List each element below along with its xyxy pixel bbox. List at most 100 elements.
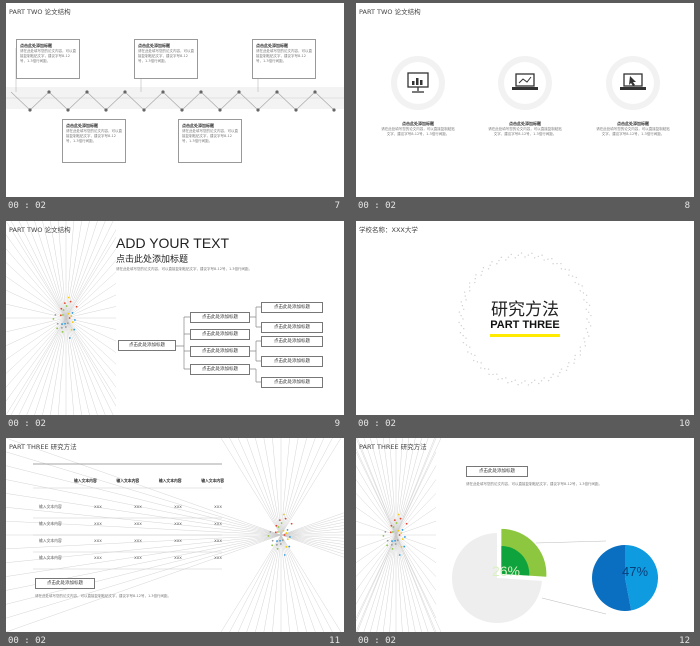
table-cell: XXX	[214, 538, 222, 543]
ring-dot	[527, 384, 530, 386]
slide-duration: 00 : 02	[358, 419, 396, 429]
pie-label: 26%	[492, 563, 520, 579]
slide-canvas: 学校名称：XXX大学 研究方法 PART THREE	[356, 221, 694, 415]
timeline-box[interactable]: 点击此处添加标题 请在此处填写您的论文内容，可以直接复制粘贴文字，建议字号8-1…	[178, 119, 242, 163]
timeline-box[interactable]: 点击此处添加标题 请在此处填写您的论文内容，可以直接复制粘贴文字，建议字号8-1…	[134, 39, 198, 79]
ring-dot	[480, 362, 482, 364]
ring-dot	[579, 346, 581, 348]
connector-line	[535, 540, 607, 544]
ring-dot	[520, 252, 523, 254]
table-cell: XXX	[174, 538, 182, 543]
accent-underline	[490, 334, 560, 337]
table-header: 输入文本内容 输入文本内容 输入文本内容 输入文本内容	[74, 478, 224, 484]
ring-dot	[564, 268, 566, 270]
ring-dot	[475, 274, 477, 276]
ring-dot	[574, 281, 576, 284]
table-cell: XXX	[174, 504, 182, 509]
section-title: 研究方法	[491, 300, 559, 320]
ring-dot	[579, 354, 582, 356]
ring-dot	[579, 350, 582, 352]
timeline-box[interactable]: 点击此处添加标题 请在此处填写您的论文内容，可以直接复制粘贴文字，建议字号8-1…	[16, 39, 80, 79]
ring-dot	[469, 346, 471, 348]
ring-dot	[497, 378, 499, 380]
ring-dot	[480, 367, 482, 369]
ring-dot	[571, 275, 574, 277]
table-cell: XXX	[94, 555, 102, 560]
ring-dot	[500, 256, 503, 259]
ring-dot	[577, 283, 580, 285]
slide-thumbnail-10[interactable]: 学校名称：XXX大学 研究方法 PART THREE 00 : 02 10	[356, 221, 694, 433]
slide-thumbnail-7[interactable]: PART TWO 论文结构 点击此处添加标题 请在此处填写您的论文内容，可以直接…	[6, 3, 344, 215]
tree-node-l2[interactable]: 点击此处添加标题	[190, 312, 250, 323]
table-cell: XXX	[94, 504, 102, 509]
slide-number: 7	[334, 201, 340, 211]
slide-canvas: PART TWO 论文结构 ADD YOUR TEXT 点击此处添加标题 请在此…	[6, 221, 344, 415]
tree-node-l3[interactable]: 点击此处添加标题	[261, 322, 323, 333]
table-header-cell: 输入文本内容	[201, 478, 224, 483]
tree-node-l3[interactable]: 点击此处添加标题	[261, 302, 323, 313]
ring-dot	[560, 268, 563, 270]
ring-dot	[465, 344, 468, 346]
ring-dot	[484, 368, 486, 370]
caption-text: 请在此处填写您的论文内容，可以直接复制粘贴文字，建议字号8-12号，1.3倍行间…	[35, 594, 172, 598]
table-row: 输入文本内容 XXX XXX XXX XXX	[39, 555, 222, 572]
table-body: 输入文本内容 XXX XXX XXX XXX 输入文本内容 XXX XXX XXX XXX 输入…	[39, 504, 222, 572]
ring-dot	[514, 379, 517, 381]
tree-node-l3[interactable]: 点击此处添加标题	[261, 377, 323, 388]
zigzag-timeline	[6, 48, 344, 112]
table-header-cell: 输入文本内容	[74, 478, 97, 483]
ring-dot	[530, 381, 533, 384]
ring-dot	[574, 354, 576, 357]
table-cell: XXX	[94, 538, 102, 543]
timeline-box[interactable]: 点击此处添加标题 请在此处填写您的论文内容，可以直接复制粘贴文字，建议字号8-1…	[62, 119, 126, 163]
ring-dot	[582, 292, 585, 294]
table-cell: 输入文本内容	[39, 538, 62, 543]
ring-dot	[474, 354, 476, 357]
tree-node-l2[interactable]: 点击此处添加标题	[190, 364, 250, 375]
tree-node-l2[interactable]: 点击此处添加标题	[190, 329, 250, 340]
ring-dot	[480, 274, 482, 276]
ring-dot	[505, 377, 507, 379]
slide-duration: 00 : 02	[8, 201, 46, 211]
ring-dot	[550, 376, 552, 379]
slide-canvas: PART TWO 论文结构 点击此处添加标题 请在此处填写您的论文内容，可以直接…	[356, 3, 694, 197]
slide-thumbnail-8[interactable]: PART TWO 论文结构 点击此处添加标题 请在此处填写您的论文内容，可以直接…	[356, 3, 694, 215]
ring-dot	[498, 259, 500, 262]
tree-node-l3[interactable]: 点击此处添加标题	[261, 336, 323, 347]
pie-label: 47%	[622, 564, 648, 579]
slide-duration: 00 : 02	[358, 636, 396, 646]
ring-dot	[488, 373, 490, 376]
feature-text: 请在此处填写您的论文内容，可以直接复制粘贴文字，建议字号8-12号，1.3倍行间…	[488, 127, 562, 136]
ring-dot	[547, 258, 549, 260]
table-cell: 输入文本内容	[39, 521, 62, 526]
slide-thumbnail-11[interactable]: PART THREE 研究方法 输入文本内容 输入文本内容 输入文本内容 输入文…	[6, 438, 344, 646]
ring-dot	[459, 332, 462, 334]
timeline-box[interactable]: 点击此处添加标题 请在此处填写您的论文内容，可以直接复制粘贴文字，建议字号8-1…	[252, 39, 316, 79]
ring-dot	[514, 257, 517, 259]
ring-dot	[517, 383, 519, 386]
table-cell: 输入文本内容	[39, 555, 62, 560]
connector-line	[541, 597, 607, 615]
part-label: PART THREE	[490, 319, 560, 331]
ring-dot	[474, 281, 476, 284]
table-cell: XXX	[134, 555, 142, 560]
tree-root[interactable]: 点击此处添加标题	[118, 340, 176, 351]
ring-dot	[568, 274, 570, 276]
tree-node-l3[interactable]: 点击此处添加标题	[261, 356, 323, 367]
feature-text: 请在此处填写您的论文内容，可以直接复制粘贴文字，建议字号8-12号，1.3倍行间…	[381, 127, 455, 136]
table-cell: XXX	[214, 555, 222, 560]
slide-thumbnail-9[interactable]: PART TWO 论文结构 ADD YOUR TEXT 点击此处添加标题 请在此…	[6, 221, 344, 433]
ring-dot	[520, 382, 523, 384]
table-cell: XXX	[214, 504, 222, 509]
ring-dot	[584, 345, 586, 347]
pie-charts: 26% 47%	[452, 528, 658, 623]
ring-dot	[517, 254, 520, 257]
ring-dot	[586, 331, 589, 334]
tree-node-l2[interactable]: 点击此处添加标题	[190, 346, 250, 357]
caption-title[interactable]: 点击此处添加标题	[35, 578, 95, 589]
table-row: 输入文本内容 XXX XXX XXX XXX	[39, 538, 222, 555]
ring-dot	[501, 378, 503, 380]
ring-dot	[547, 379, 550, 382]
slide-thumbnail-12[interactable]: PART THREE 研究方法 点击此处添加标题 请在此处填写您的论文内容，可以…	[356, 438, 694, 646]
feature-item: 点击此处添加标题 请在此处填写您的论文内容，可以直接复制粘贴文字，建议字号8-1…	[380, 121, 456, 137]
